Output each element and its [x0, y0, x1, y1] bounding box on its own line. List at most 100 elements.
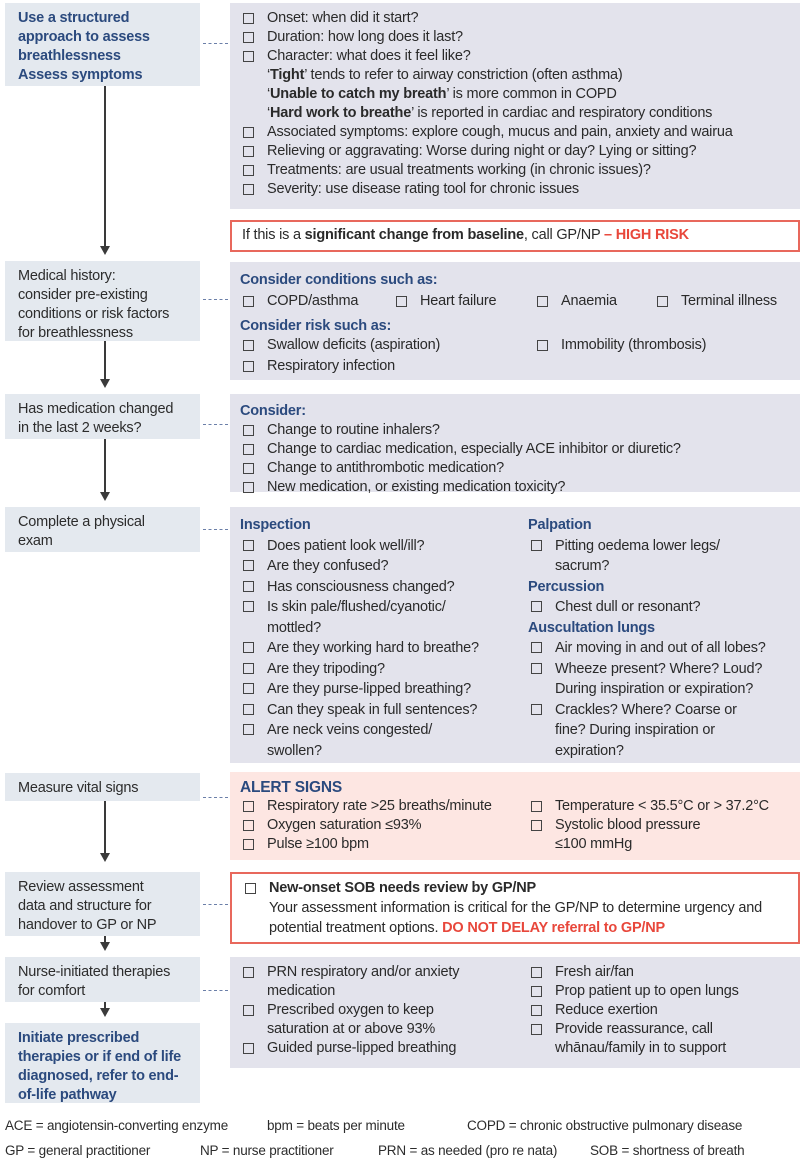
checklist-item[interactable]: Respiratory rate >25 breaths/minute: [240, 797, 528, 816]
checkbox-icon[interactable]: [243, 820, 254, 831]
checklist-item[interactable]: Is skin pale/flushed/cyanotic/ mottled?: [240, 597, 528, 638]
checkbox-icon[interactable]: [243, 601, 254, 612]
checkbox-icon[interactable]: [243, 51, 254, 62]
checkbox-icon[interactable]: [531, 662, 542, 674]
checkbox-icon[interactable]: [531, 967, 542, 978]
checklist-item[interactable]: Air moving in and out of all lobes?: [528, 638, 795, 659]
checklist-item[interactable]: Change to routine inhalers?: [240, 421, 790, 440]
checklist-item[interactable]: Pulse ≥100 bpm: [240, 835, 528, 854]
checklist-item[interactable]: Severity: use disease rating tool for ch…: [240, 180, 790, 199]
checkbox-icon[interactable]: [243, 839, 254, 850]
checkbox-icon[interactable]: [657, 296, 668, 307]
checklist-item[interactable]: COPD/asthma: [240, 292, 393, 311]
high-risk-label: – HIGH RISK: [604, 227, 689, 243]
checklist-item[interactable]: Change to antithrombotic medication?: [240, 459, 790, 478]
character-note: ‘Tight’ tends to refer to airway constri…: [267, 67, 623, 83]
checklist-item[interactable]: Are they tripoding?: [240, 659, 528, 680]
checkbox-icon[interactable]: [243, 1005, 254, 1016]
checklist-item[interactable]: Temperature < 35.5°C or > 37.2°C: [528, 797, 790, 816]
checkbox-icon[interactable]: [243, 444, 254, 455]
checkbox-icon[interactable]: [537, 296, 548, 307]
conditions-header: Consider conditions such as:: [240, 272, 438, 288]
checkbox-icon[interactable]: [531, 820, 542, 831]
checklist-item[interactable]: Crackles? Where? Coarse or fine? During …: [528, 700, 795, 762]
checklist-item[interactable]: Relieving or aggravating: Worse during n…: [240, 142, 790, 161]
checklist-item[interactable]: Treatments: are usual treatments working…: [240, 161, 790, 180]
checklist-item[interactable]: Wheeze present? Where? Loud? During insp…: [528, 659, 795, 700]
checklist-item[interactable]: Provide reassurance, call whānau/family …: [528, 1020, 790, 1058]
auscultation-header: Auscultation lungs: [528, 619, 655, 636]
checklist-item[interactable]: Chest dull or resonant?: [528, 597, 795, 618]
checklist-item[interactable]: Pitting oedema lower legs/ sacrum?: [528, 536, 795, 577]
checkbox-icon[interactable]: [243, 425, 254, 436]
checklist-item[interactable]: Systolic blood pressure ≤100 mmHg: [528, 816, 790, 854]
checkbox-icon[interactable]: [243, 724, 254, 735]
checkbox-icon[interactable]: [531, 703, 542, 715]
checklist-item[interactable]: New-onset SOB needs review by GP/NP: [242, 879, 788, 898]
checkbox-icon[interactable]: [245, 883, 256, 894]
checklist-item[interactable]: Associated symptoms: explore cough, mucu…: [240, 123, 790, 142]
checklist-item[interactable]: Immobility (thrombosis): [534, 336, 706, 355]
checklist-item[interactable]: Change to cardiac medication, especially…: [240, 440, 790, 459]
checkbox-icon[interactable]: [531, 1005, 542, 1016]
checkbox-icon[interactable]: [243, 127, 254, 138]
checkbox-icon[interactable]: [243, 967, 254, 978]
checkbox-icon[interactable]: [243, 296, 254, 307]
checkbox-icon[interactable]: [243, 340, 254, 351]
checkbox-icon[interactable]: [531, 539, 542, 551]
step-review-assessment: Review assessment data and structure for…: [5, 872, 200, 936]
percussion-header: Percussion: [528, 578, 605, 595]
checklist-item[interactable]: Heart failure: [393, 292, 534, 311]
checklist-item[interactable]: Character: what does it feel like?: [240, 47, 790, 66]
checklist-item[interactable]: Respiratory infection: [240, 357, 790, 376]
checklist-item[interactable]: Duration: how long does it last?: [240, 28, 790, 47]
checklist-item[interactable]: Are they confused?: [240, 556, 528, 577]
checkbox-icon[interactable]: [243, 32, 254, 43]
checklist-item[interactable]: Are they purse-lipped breathing?: [240, 679, 528, 700]
checkbox-icon[interactable]: [243, 361, 254, 372]
checklist-item[interactable]: Swallow deficits (aspiration): [240, 336, 534, 355]
checkbox-icon[interactable]: [243, 560, 254, 571]
checkbox-icon[interactable]: [243, 662, 254, 674]
abbr-sob: SOB = shortness of breath: [590, 1143, 745, 1158]
checkbox-icon[interactable]: [243, 580, 254, 592]
flow-line: [104, 341, 106, 379]
checkbox-icon[interactable]: [243, 482, 254, 493]
arrow-down-icon: [99, 492, 110, 501]
checkbox-icon[interactable]: [243, 1043, 254, 1054]
checkbox-icon[interactable]: [243, 801, 254, 812]
checkbox-icon[interactable]: [243, 13, 254, 24]
checkbox-icon[interactable]: [531, 642, 542, 653]
checkbox-icon[interactable]: [243, 683, 254, 694]
checkbox-icon[interactable]: [396, 296, 407, 307]
checkbox-icon[interactable]: [243, 146, 254, 157]
checkbox-icon[interactable]: [531, 601, 542, 612]
checkbox-icon[interactable]: [537, 340, 548, 351]
checklist-item[interactable]: Anaemia: [534, 292, 654, 311]
checklist-item[interactable]: Onset: when did it start?: [240, 9, 790, 28]
checklist-item[interactable]: Does patient look well/ill?: [240, 536, 528, 557]
checklist-item[interactable]: Guided purse-lipped breathing: [240, 1039, 528, 1058]
checklist-item[interactable]: Prescribed oxygen to keep saturation at …: [240, 1001, 528, 1039]
checkbox-icon[interactable]: [243, 184, 254, 195]
checkbox-icon[interactable]: [243, 703, 254, 715]
checklist-item[interactable]: Can they speak in full sentences?: [240, 700, 528, 721]
checkbox-icon[interactable]: [531, 986, 542, 997]
checkbox-icon[interactable]: [243, 539, 254, 551]
checklist-item[interactable]: Oxygen saturation ≤93%: [240, 816, 528, 835]
checklist-item[interactable]: Prop patient up to open lungs: [528, 982, 790, 1001]
checkbox-icon[interactable]: [243, 642, 254, 653]
checkbox-icon[interactable]: [531, 1024, 542, 1035]
step-assess-symptoms: Use a structured approach to assess brea…: [5, 3, 200, 86]
checkbox-icon[interactable]: [531, 801, 542, 812]
checklist-item[interactable]: Fresh air/fan: [528, 963, 790, 982]
checklist-item[interactable]: Reduce exertion: [528, 1001, 790, 1020]
checklist-item[interactable]: New medication, or existing medication t…: [240, 478, 790, 497]
checklist-item[interactable]: PRN respiratory and/or anxiety medicatio…: [240, 963, 528, 1001]
checkbox-icon[interactable]: [243, 165, 254, 176]
checklist-item[interactable]: Terminal illness: [654, 292, 777, 311]
checklist-item[interactable]: Are neck veins congested/ swollen?: [240, 720, 528, 761]
checklist-item[interactable]: Are they working hard to breathe?: [240, 638, 528, 659]
checklist-item[interactable]: Has consciousness changed?: [240, 577, 528, 598]
checkbox-icon[interactable]: [243, 463, 254, 474]
